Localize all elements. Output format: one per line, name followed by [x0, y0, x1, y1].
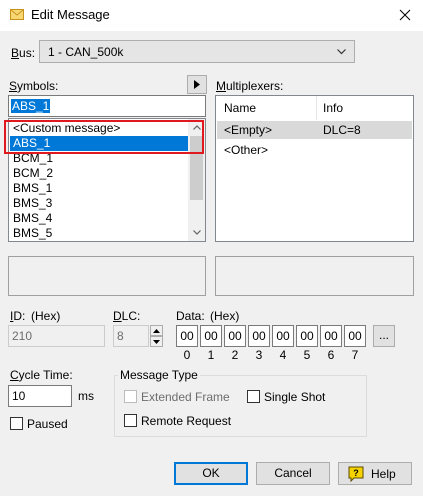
triangle-up-icon — [153, 328, 160, 333]
list-item[interactable]: BCM_2 — [10, 166, 188, 181]
cancel-button[interactable]: Cancel — [256, 462, 330, 485]
column-header-info[interactable]: Info — [323, 96, 343, 120]
envelope-icon — [10, 9, 24, 20]
close-icon — [399, 9, 411, 21]
message-type-title: Message Type — [118, 368, 200, 382]
table-row[interactable]: <Other> — [217, 141, 412, 159]
multiplexer-info-panel — [215, 256, 414, 296]
data-byte-3[interactable]: 00 — [248, 325, 270, 347]
ok-button[interactable]: OK — [174, 462, 248, 485]
list-item[interactable]: BMS_3 — [10, 196, 188, 211]
dlc-increment-button[interactable] — [150, 325, 163, 336]
triangle-down-icon — [153, 339, 160, 344]
byte-index: 6 — [327, 348, 335, 362]
dlc-label: DLC: — [113, 309, 141, 323]
help-label: Help — [371, 467, 396, 481]
id-label: ID: — [10, 309, 26, 323]
list-item[interactable]: BMS_1 — [10, 181, 188, 196]
help-button[interactable]: ? Help — [338, 462, 412, 485]
data-byte-0[interactable]: 00 — [176, 325, 198, 347]
list-item[interactable]: BMS_5 — [10, 226, 188, 241]
byte-index: 2 — [231, 348, 239, 362]
paused-checkbox[interactable] — [10, 417, 23, 430]
remote-request-checkbox[interactable] — [124, 414, 137, 427]
column-header-name[interactable]: Name — [224, 96, 256, 120]
row-info: DLC=8 — [323, 123, 361, 137]
data-byte-6[interactable]: 00 — [320, 325, 342, 347]
id-input[interactable]: 210 — [8, 325, 105, 347]
remote-request-label: Remote Request — [141, 414, 232, 428]
help-icon: ? — [348, 466, 364, 482]
symbols-label: Symbols: — [9, 79, 59, 93]
row-name: <Other> — [224, 143, 269, 157]
cycle-time-label: Cycle Time: — [10, 368, 73, 382]
byte-index: 1 — [207, 348, 215, 362]
annotation-highlight — [4, 120, 204, 154]
symbols-search-value: ABS_1 — [11, 99, 51, 113]
data-byte-7[interactable]: 00 — [344, 325, 366, 347]
byte-index: 7 — [351, 348, 359, 362]
byte-index: 3 — [255, 348, 263, 362]
multiplexers-label: Multiplexers: — [216, 79, 284, 93]
symbols-menu-button[interactable] — [187, 75, 207, 94]
extended-frame-label: Extended Frame — [141, 390, 230, 404]
bus-value: 1 - CAN_500k — [48, 45, 124, 59]
single-shot-label: Single Shot — [264, 390, 326, 404]
cycle-time-input[interactable]: 10 — [8, 385, 72, 407]
column-divider — [316, 96, 317, 120]
title-bar: Edit Message — [0, 0, 423, 31]
byte-index: 4 — [279, 348, 287, 362]
edit-message-dialog: Edit Message Bus: 1 - CAN_500k Symbols: … — [0, 0, 423, 496]
data-hint: (Hex) — [210, 309, 240, 323]
play-arrow-icon — [194, 80, 200, 89]
dlc-value: 8 — [117, 329, 124, 343]
data-byte-1[interactable]: 00 — [200, 325, 222, 347]
svg-text:?: ? — [353, 468, 359, 478]
chevron-down-icon — [192, 230, 201, 235]
table-row-selected[interactable]: <Empty> DLC=8 — [217, 121, 412, 139]
symbols-search-input[interactable]: ABS_1 — [8, 95, 206, 117]
extended-frame-checkbox[interactable] — [124, 390, 137, 403]
close-button[interactable] — [392, 3, 418, 27]
dlc-decrement-button[interactable] — [150, 336, 163, 347]
data-label: Data: — [176, 309, 205, 323]
cycle-time-unit: ms — [78, 389, 94, 403]
id-hint: (Hex) — [31, 309, 61, 323]
data-byte-4[interactable]: 00 — [272, 325, 294, 347]
id-value: 210 — [12, 329, 33, 343]
bus-label: Bus: — [11, 46, 36, 60]
window-title: Edit Message — [31, 7, 110, 22]
cycle-time-value: 10 — [12, 389, 26, 403]
single-shot-checkbox[interactable] — [247, 390, 260, 403]
byte-index: 5 — [303, 348, 311, 362]
bus-dropdown[interactable]: 1 - CAN_500k — [39, 40, 355, 63]
data-more-button[interactable]: ... — [373, 325, 395, 347]
dlc-input[interactable]: 8 — [113, 325, 149, 347]
multiplexers-list[interactable]: Name Info <Empty> DLC=8 <Other> — [215, 95, 414, 242]
row-name: <Empty> — [224, 123, 273, 137]
list-item[interactable]: BMS_4 — [10, 211, 188, 226]
byte-index: 0 — [183, 348, 191, 362]
scroll-down-button[interactable] — [188, 224, 205, 241]
data-byte-2[interactable]: 00 — [224, 325, 246, 347]
data-byte-5[interactable]: 00 — [296, 325, 318, 347]
chevron-down-icon — [337, 49, 346, 55]
paused-label: Paused — [27, 417, 68, 431]
symbol-info-panel — [8, 256, 206, 296]
